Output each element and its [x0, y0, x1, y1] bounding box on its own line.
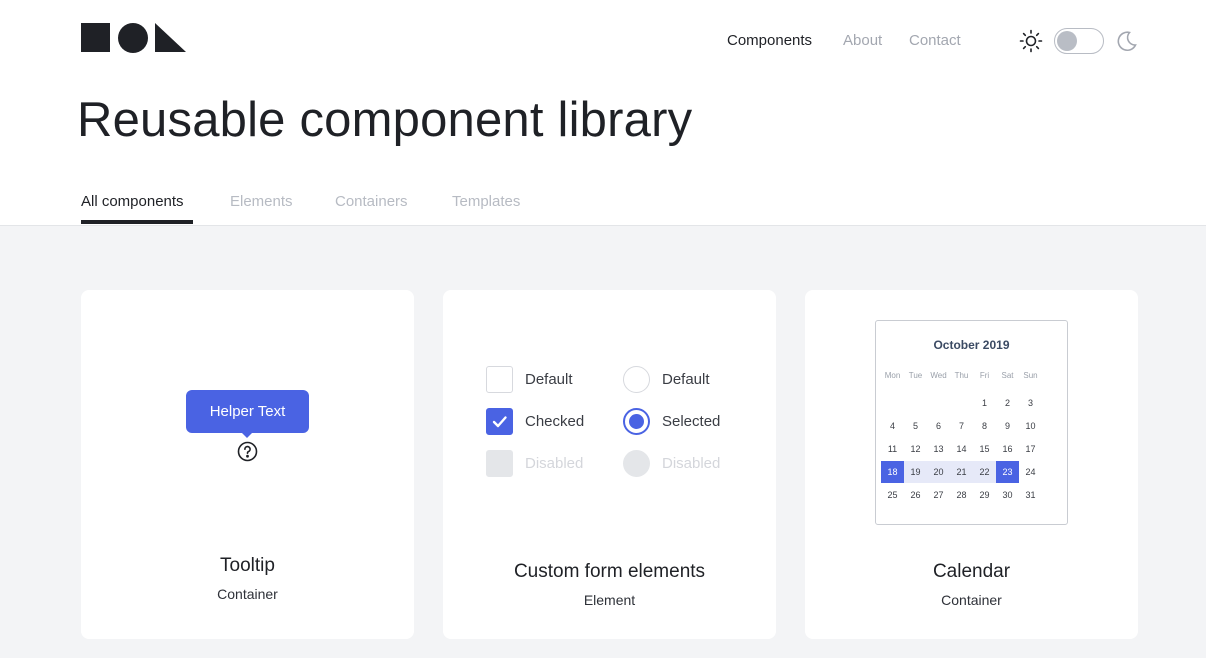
site-header: Components About Contact [0, 0, 1206, 80]
radio-selected[interactable] [623, 408, 650, 435]
question-circle-icon[interactable] [237, 441, 258, 462]
checkbox-disabled-label: Disabled [525, 455, 584, 472]
calendar-day[interactable]: 28 [950, 484, 973, 506]
calendar-day[interactable]: 22 [973, 461, 996, 483]
calendar-day[interactable]: 25 [881, 484, 904, 506]
calendar-day[interactable]: 15 [973, 438, 996, 460]
calendar-day[interactable]: 23 [996, 461, 1019, 483]
calendar-day[interactable]: 18 [881, 461, 904, 483]
radio-disabled [623, 450, 650, 477]
card-title: Custom form elements [513, 561, 706, 582]
card-title: Calendar [932, 561, 1011, 582]
logo-square-shape [81, 23, 110, 52]
theme-toggle-switch[interactable] [1054, 28, 1104, 54]
calendar-weekday-label: Wed [930, 371, 947, 380]
calendar-day[interactable]: 17 [1019, 438, 1042, 460]
radio-selected-label: Selected [662, 413, 721, 430]
calendar-day[interactable]: 2 [996, 392, 1019, 414]
calendar-day[interactable]: 27 [927, 484, 950, 506]
calendar-day[interactable]: 1 [973, 392, 996, 414]
calendar-day[interactable]: 31 [1019, 484, 1042, 506]
sun-icon [1019, 29, 1043, 53]
calendar-weekday-label: Fri [979, 371, 990, 380]
calendar-weekday-label: Mon [884, 371, 901, 380]
tooltip-card[interactable]: Helper Text Tooltip Container [81, 290, 414, 639]
checkbox-checked-label: Checked [525, 413, 585, 430]
form-elements-card[interactable]: Default Checked Disabled Default Selecte… [443, 290, 776, 639]
toggle-knob [1057, 31, 1077, 51]
calendar-day[interactable]: 12 [904, 438, 927, 460]
calendar-day[interactable]: 4 [881, 415, 904, 437]
calendar-card[interactable]: October 2019 Mon Tue Wed Thu Fri Sat Sun 1 2 3 4 5 6… [805, 290, 1138, 639]
calendar-day[interactable]: 3 [1019, 392, 1042, 414]
tab-all-components[interactable]: All components [81, 192, 184, 212]
checkbox-default-label: Default [525, 371, 573, 388]
calendar-day[interactable]: 10 [1019, 415, 1042, 437]
page-title: Reusable component library [77, 93, 693, 147]
tooltip-arrow [241, 432, 253, 438]
card-type: Container [217, 586, 278, 602]
logo-circle-shape [118, 23, 148, 53]
radio-disabled-label: Disabled [662, 455, 721, 472]
calendar-weekday-label: Tue [908, 371, 923, 380]
nav-components-link[interactable]: Components [727, 31, 812, 51]
checkbox-default[interactable] [486, 366, 513, 393]
calendar-day[interactable]: 30 [996, 484, 1019, 506]
calendar-day[interactable]: 20 [927, 461, 950, 483]
radio-default-label: Default [662, 371, 710, 388]
calendar-day[interactable]: 19 [904, 461, 927, 483]
checkbox-disabled [486, 450, 513, 477]
calendar-day[interactable]: 5 [904, 415, 927, 437]
nav-about-link[interactable]: About [843, 31, 882, 51]
tooltip-bubble: Helper Text [186, 390, 309, 433]
calendar-day[interactable]: 6 [927, 415, 950, 437]
moon-icon [1117, 31, 1137, 52]
card-type: Element [583, 592, 636, 608]
calendar-month-title: October 2019 [933, 338, 1010, 352]
calendar-widget: October 2019 Mon Tue Wed Thu Fri Sat Sun 1 2 3 4 5 6… [875, 320, 1068, 525]
radio-default[interactable] [623, 366, 650, 393]
calendar-day[interactable]: 21 [950, 461, 973, 483]
logo-triangle-shape [155, 23, 186, 52]
calendar-day[interactable]: 8 [973, 415, 996, 437]
calendar-weekday-label: Sun [1023, 371, 1038, 380]
checkbox-checked[interactable] [486, 408, 513, 435]
category-tabs: All components Elements Containers Templ… [0, 186, 1206, 226]
calendar-day[interactable]: 26 [904, 484, 927, 506]
card-title: Tooltip [220, 555, 275, 576]
component-grid: Helper Text Tooltip Container Default Ch… [0, 226, 1206, 658]
logo[interactable] [81, 23, 187, 53]
calendar-day[interactable]: 9 [996, 415, 1019, 437]
nav-contact-link[interactable]: Contact [909, 31, 961, 51]
calendar-day[interactable]: 7 [950, 415, 973, 437]
card-type: Container [941, 592, 1002, 608]
calendar-weekday-label: Sat [1001, 371, 1014, 380]
calendar-day[interactable]: 11 [881, 438, 904, 460]
calendar-day[interactable]: 29 [973, 484, 996, 506]
calendar-day[interactable]: 13 [927, 438, 950, 460]
calendar-day[interactable]: 16 [996, 438, 1019, 460]
tab-templates[interactable]: Templates [452, 192, 520, 212]
calendar-day[interactable]: 14 [950, 438, 973, 460]
tab-containers[interactable]: Containers [335, 192, 408, 212]
calendar-weekday-label: Thu [954, 371, 969, 380]
checkmark-icon [492, 416, 507, 428]
tab-elements[interactable]: Elements [230, 192, 293, 212]
calendar-day[interactable]: 24 [1019, 461, 1042, 483]
active-tab-indicator [81, 220, 193, 224]
